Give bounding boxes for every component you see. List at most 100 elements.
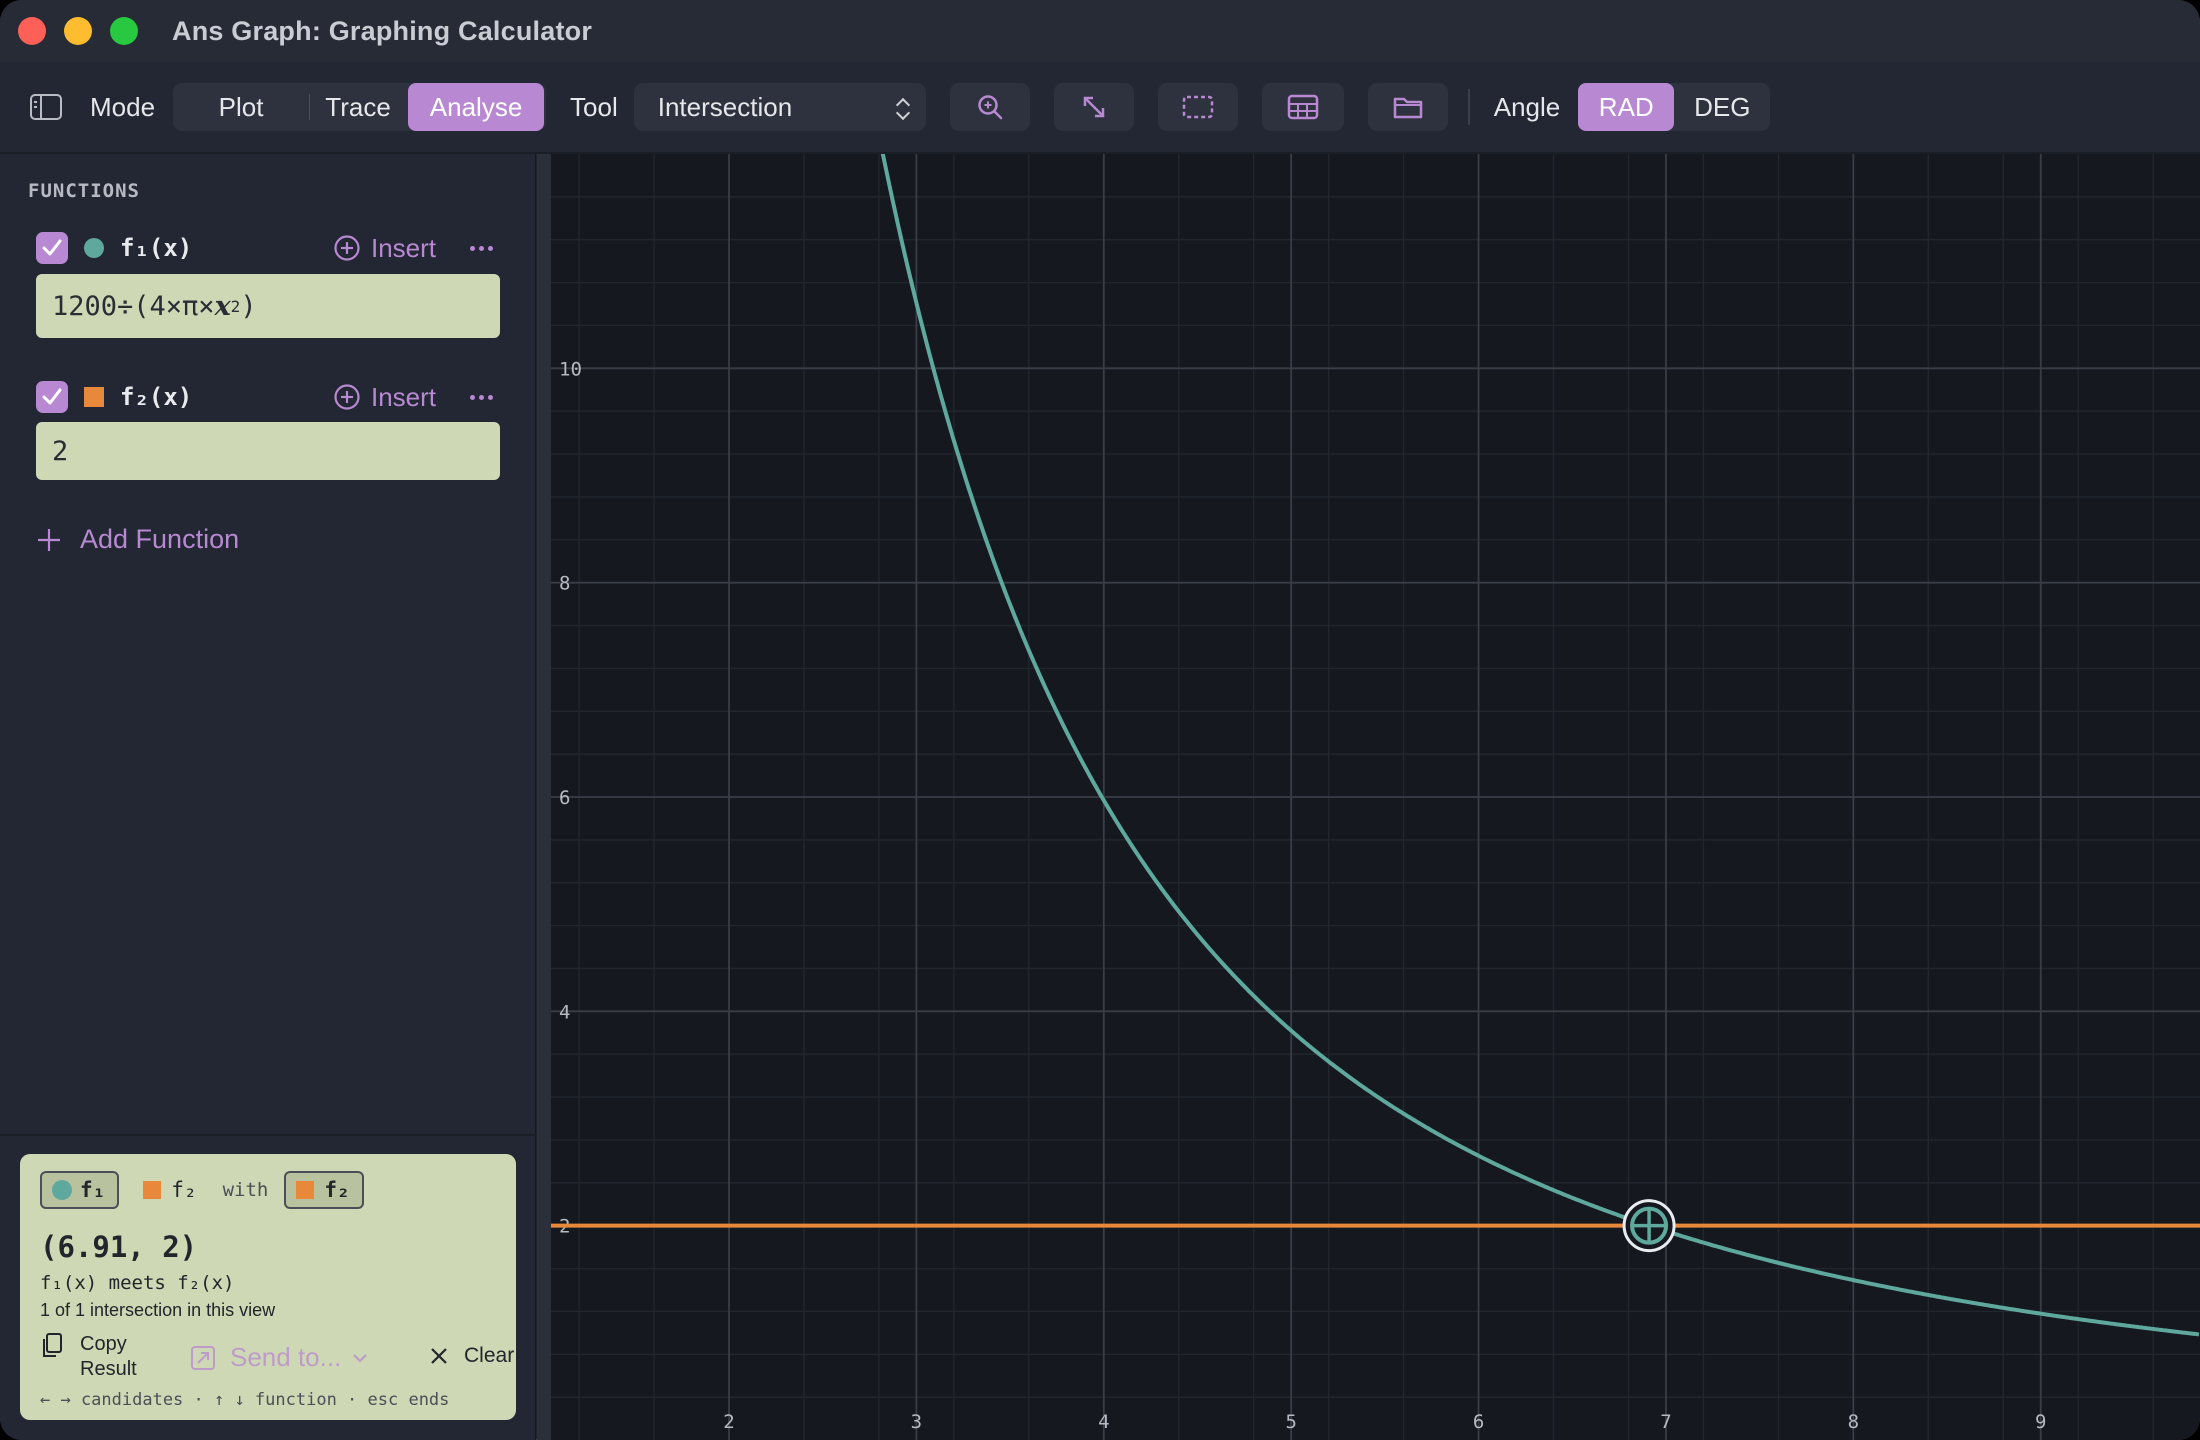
tool-label: Tool	[570, 91, 618, 122]
clear-result-button[interactable]: Clear	[430, 1344, 514, 1368]
tool-select[interactable]: Intersection	[633, 83, 926, 131]
function-f2-more-icon[interactable]	[470, 394, 500, 400]
expression-prefix: 1200÷(4×π×	[52, 290, 215, 322]
send-to-menu[interactable]: Send to...	[190, 1342, 369, 1373]
x-tick-label: 7	[1660, 1411, 1671, 1433]
expression-exponent: 2	[230, 296, 241, 316]
x-tick-label: 5	[1285, 1411, 1296, 1433]
chevron-updown-icon	[895, 96, 910, 121]
series-f1-curve[interactable]	[863, 154, 2200, 1337]
toolbar: Mode Plot Trace Analyse Tool Intersectio…	[0, 62, 2200, 154]
graph-svg[interactable]: 23456789246810	[537, 154, 2200, 1440]
f2-color-square	[143, 1181, 162, 1199]
insert-label: Insert	[370, 232, 436, 263]
copy-icon	[43, 1333, 62, 1357]
angle-rad-button[interactable]: RAD	[1578, 83, 1675, 131]
expression-suffix: )	[240, 290, 257, 322]
plus-circle-icon	[334, 235, 360, 261]
primary-function-chip[interactable]: f₁	[40, 1171, 120, 1209]
mode-trace-button[interactable]: Trace	[310, 83, 406, 131]
insert-label: Insert	[370, 381, 436, 412]
function-f1-more-icon[interactable]	[470, 245, 500, 251]
function-f1-insert-button[interactable]: Insert	[333, 233, 436, 264]
intersection-count: 1 of 1 intersection in this view	[40, 1300, 276, 1320]
angle-deg-button[interactable]: DEG	[1674, 83, 1770, 131]
f1-color-dot	[52, 1180, 72, 1200]
select-region-button[interactable]	[1157, 83, 1238, 131]
open-file-button[interactable]	[1367, 83, 1448, 131]
intersection-result-card: f₁ f₂ with f₂ (6.91, 2) f₁(x) meets f₂(x…	[20, 1154, 516, 1420]
x-tick-label: 4	[1098, 1411, 1109, 1433]
function-f1-checkbox[interactable]	[36, 232, 68, 264]
plus-circle-icon	[334, 384, 360, 410]
target-function-chip-label: f₂	[324, 1178, 350, 1202]
function-f1-color-swatch[interactable]	[84, 238, 104, 258]
dashed-rect-icon	[1182, 95, 1213, 119]
x-tick-label: 8	[1848, 1411, 1859, 1433]
keyboard-hint: ← → candidates · ↑ ↓ function · esc ends	[40, 1390, 450, 1410]
x-tick-label: 2	[723, 1411, 734, 1433]
window-controls	[18, 17, 138, 45]
toolbar-separator	[1467, 89, 1470, 125]
y-tick-label: 4	[559, 1001, 570, 1023]
checkmark-icon	[42, 388, 62, 405]
angle-segmented-control: RAD DEG	[1578, 83, 1771, 131]
secondary-function-chip[interactable]: f₂	[143, 1178, 197, 1202]
sidebar-divider	[0, 1134, 536, 1136]
intersection-description: f₁(x) meets f₂(x)	[40, 1272, 235, 1294]
function-f2-color-swatch[interactable]	[84, 387, 104, 407]
close-window-button[interactable]	[18, 17, 46, 45]
functions-heading: FUNCTIONS	[28, 180, 140, 202]
window-title: Ans Graph: Graphing Calculator	[172, 15, 593, 46]
app-window: Ans Graph: Graphing Calculator Mode Plot…	[0, 0, 2200, 1440]
function-f1-expression-input[interactable]: 1200÷(4×π× x 2)	[36, 274, 500, 338]
add-function-button[interactable]: Add Function	[36, 524, 239, 555]
table-icon	[1287, 94, 1318, 120]
x-tick-label: 9	[2035, 1411, 2046, 1433]
target-function-chip[interactable]: f₂	[284, 1171, 364, 1209]
add-function-label: Add Function	[80, 524, 240, 554]
plus-icon	[38, 528, 60, 551]
send-to-label: Send to...	[230, 1342, 342, 1372]
function-row-f2: f₂(x) Insert	[36, 377, 500, 417]
functions-sidebar: FUNCTIONS f₁(x) Insert 1200÷(4×π× x 2) f₂(…	[0, 154, 536, 1440]
fit-view-button[interactable]	[1053, 83, 1134, 131]
sidebar-toggle-icon[interactable]	[30, 94, 62, 120]
copy-label-line1: Copy	[80, 1333, 127, 1355]
mode-analyse-button[interactable]: Analyse	[408, 83, 545, 131]
zoom-icon	[978, 95, 1002, 120]
y-tick-label: 6	[559, 787, 570, 809]
primary-function-chip-label: f₁	[80, 1178, 106, 1202]
copy-label-line2: Result	[80, 1358, 137, 1380]
result-actions: Copy Result Send to... Clear	[40, 1332, 514, 1388]
expand-arrows-icon	[1083, 96, 1104, 118]
f2-color-square	[296, 1181, 315, 1199]
table-button[interactable]	[1261, 83, 1344, 131]
function-f2-checkbox[interactable]	[36, 381, 68, 413]
function-f2-name: f₂(x)	[120, 383, 193, 411]
copy-result-button[interactable]: Copy Result	[40, 1332, 137, 1382]
y-tick-label: 8	[559, 573, 570, 595]
mode-plot-button[interactable]: Plot	[173, 83, 309, 131]
tool-select-value: Intersection	[657, 91, 793, 122]
mode-label: Mode	[90, 91, 156, 122]
x-tick-label: 3	[911, 1411, 922, 1433]
close-icon	[431, 1348, 447, 1364]
angle-label: Angle	[1493, 91, 1561, 122]
function-f2-expression-input[interactable]: 2	[36, 422, 500, 480]
expression-variable: x	[214, 290, 231, 322]
x-tick-label: 6	[1473, 1411, 1484, 1433]
checkmark-icon	[42, 239, 62, 256]
function-f2-insert-button[interactable]: Insert	[333, 382, 436, 413]
share-arrow-icon	[191, 1345, 215, 1370]
graph-canvas[interactable]: 23456789246810	[537, 154, 2200, 1440]
zoom-window-button[interactable]	[110, 17, 138, 45]
zoom-button[interactable]	[949, 83, 1030, 131]
function-f1-name: f₁(x)	[120, 234, 193, 262]
minimize-window-button[interactable]	[64, 17, 92, 45]
clear-label: Clear	[464, 1344, 515, 1367]
chevron-down-icon	[353, 1353, 368, 1363]
secondary-function-chip-label: f₂	[171, 1178, 197, 1202]
y-tick-label: 10	[559, 358, 582, 380]
title-bar: Ans Graph: Graphing Calculator	[0, 0, 2200, 62]
